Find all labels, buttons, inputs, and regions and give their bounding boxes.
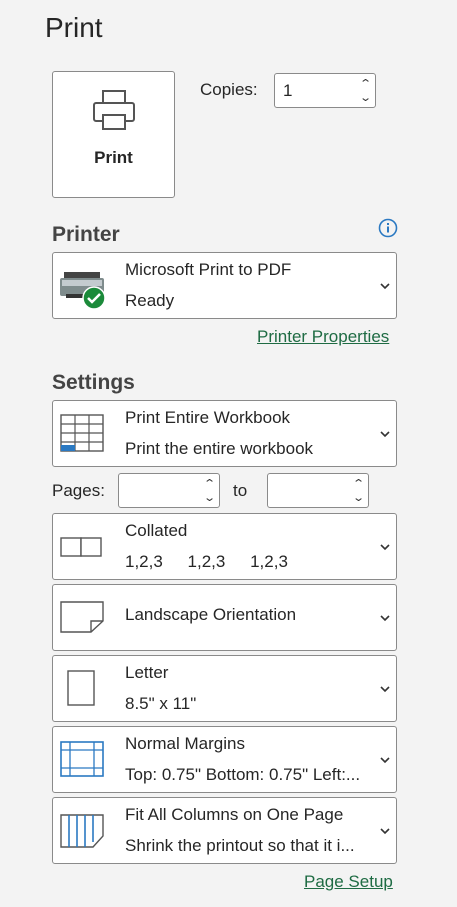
pages-to-up-icon[interactable]: ⌃ — [353, 477, 366, 491]
pages-to-spinner[interactable]: ⌃ ⌄ — [267, 473, 369, 508]
chevron-down-icon — [380, 828, 390, 835]
page-title: Print — [45, 12, 103, 43]
printer-icon — [92, 90, 135, 130]
collated-pages-icon — [60, 537, 102, 557]
printer-name: Microsoft Print to PDF — [125, 260, 292, 279]
pages-from-down-icon[interactable]: ⌄ — [204, 491, 217, 505]
copies-spinner[interactable]: 1 ⌃ ⌄ — [274, 73, 376, 108]
portrait-page-icon — [67, 670, 95, 706]
print-scope-subtitle: Print the entire workbook — [125, 439, 314, 458]
copies-label: Copies: — [200, 80, 258, 99]
paper-size-subtitle: 8.5" x 11" — [125, 694, 197, 713]
copies-down-icon[interactable]: ⌄ — [360, 91, 373, 105]
pages-from-spinner[interactable]: ⌃ ⌄ — [118, 473, 220, 508]
copies-up-icon[interactable]: ⌃ — [360, 77, 373, 91]
paper-size-dropdown[interactable]: Letter 8.5" x 11" — [52, 655, 397, 722]
margins-title: Normal Margins — [125, 734, 245, 753]
settings-heading: Settings — [52, 371, 135, 394]
info-icon[interactable] — [378, 218, 398, 238]
chevron-down-icon — [380, 283, 390, 290]
margins-icon — [60, 741, 104, 777]
scaling-dropdown[interactable]: Fit All Columns on One Page Shrink the p… — [52, 797, 397, 864]
scaling-title: Fit All Columns on One Page — [125, 805, 344, 824]
chevron-down-icon — [380, 757, 390, 764]
margins-subtitle: Top: 0.75" Bottom: 0.75" Left:... — [125, 765, 361, 784]
print-scope-dropdown[interactable]: Print Entire Workbook Print the entire w… — [52, 400, 397, 467]
fit-columns-icon — [60, 814, 104, 848]
printer-dropdown[interactable]: Microsoft Print to PDF Ready — [52, 252, 397, 319]
print-button[interactable]: Print — [52, 71, 175, 198]
collation-set: 1,2,3 — [250, 552, 288, 571]
copies-value[interactable]: 1 — [275, 81, 357, 101]
collation-title: Collated — [125, 521, 188, 540]
scaling-subtitle: Shrink the printout so that it i... — [125, 836, 355, 855]
pages-to-down-icon[interactable]: ⌄ — [353, 491, 366, 505]
workbook-grid-icon — [60, 414, 104, 452]
pages-to-label: to — [233, 481, 248, 500]
pages-label: Pages: — [52, 481, 105, 500]
orientation-dropdown[interactable]: Landscape Orientation — [52, 584, 397, 651]
printer-properties-link[interactable]: Printer Properties — [257, 327, 389, 347]
margins-dropdown[interactable]: Normal Margins Top: 0.75" Bottom: 0.75" … — [52, 726, 397, 793]
page-setup-link[interactable]: Page Setup — [304, 872, 393, 892]
chevron-down-icon — [380, 544, 390, 551]
collation-set: 1,2,3 — [187, 552, 226, 571]
chevron-down-icon — [380, 686, 390, 693]
printer-ready-icon — [60, 272, 106, 310]
print-scope-title: Print Entire Workbook — [125, 408, 291, 427]
print-button-label: Print — [94, 148, 133, 167]
printer-status: Ready — [125, 291, 175, 310]
pages-from-up-icon[interactable]: ⌃ — [204, 477, 217, 491]
orientation-title: Landscape Orientation — [125, 605, 297, 624]
chevron-down-icon — [380, 615, 390, 622]
collation-dropdown[interactable]: Collated 1,2,3 1,2,3 1,2,3 — [52, 513, 397, 580]
paper-size-title: Letter — [125, 663, 169, 682]
collation-set: 1,2,3 — [125, 552, 163, 571]
landscape-page-icon — [60, 601, 104, 633]
printer-heading: Printer — [52, 223, 120, 246]
collation-sequence: 1,2,3 1,2,3 1,2,3 — [125, 552, 308, 572]
chevron-down-icon — [380, 431, 390, 438]
